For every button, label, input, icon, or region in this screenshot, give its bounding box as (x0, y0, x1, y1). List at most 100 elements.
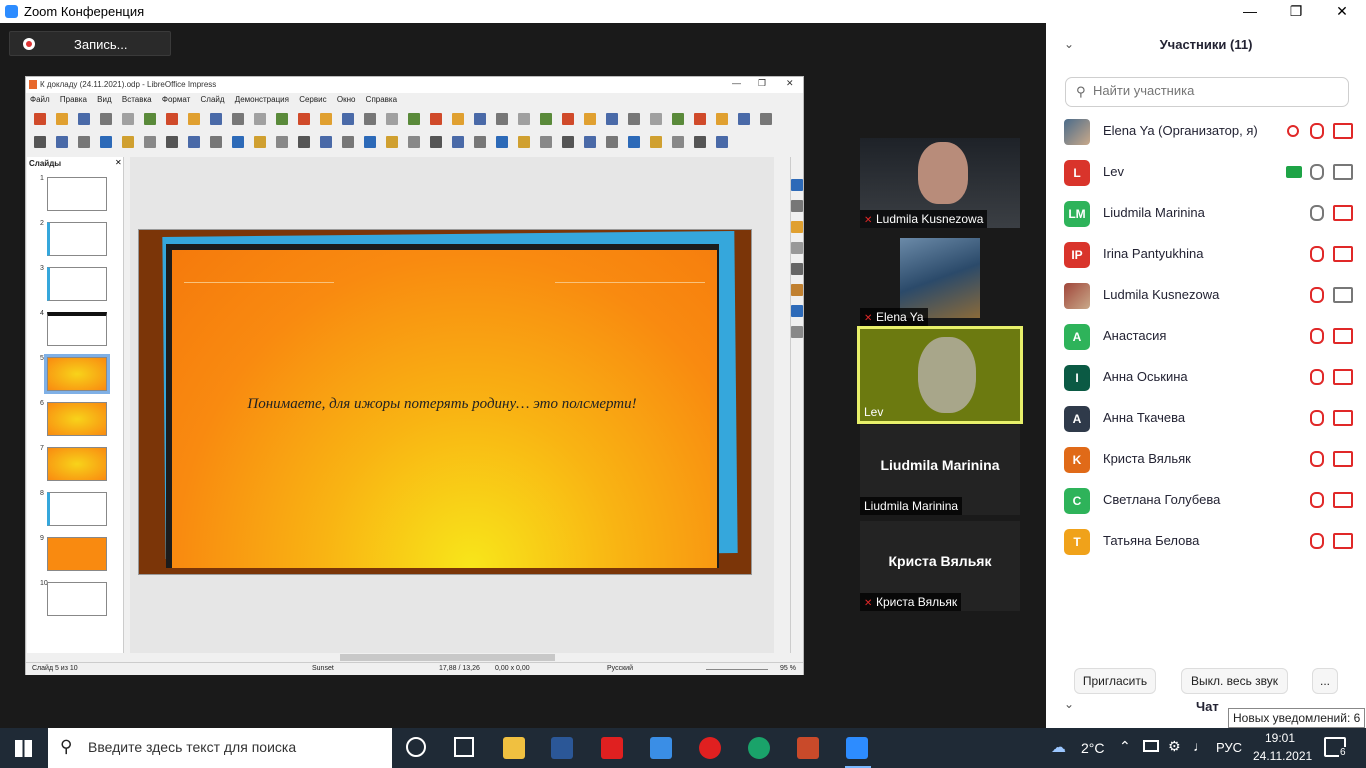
toolbar-tool-icon[interactable] (254, 113, 266, 125)
horizontal-scrollbar[interactable] (130, 653, 774, 662)
toolbar-tool-icon[interactable] (518, 113, 530, 125)
lo-maximize-button[interactable]: ❐ (758, 78, 766, 89)
toolbar-tool-icon[interactable] (320, 113, 332, 125)
word-icon[interactable] (551, 737, 573, 759)
task-view-icon[interactable] (454, 737, 474, 757)
camera-off-icon[interactable] (1333, 533, 1353, 549)
mute-all-button[interactable]: Выкл. весь звук (1181, 668, 1288, 694)
toolbar-tool-icon[interactable] (34, 113, 46, 125)
toolbar-tool-icon[interactable] (34, 136, 46, 148)
chat-header[interactable]: Чат (1196, 699, 1219, 714)
toolbar-tool-icon[interactable] (78, 136, 90, 148)
menu-edit[interactable]: Правка (60, 95, 87, 104)
windows-start-icon[interactable] (15, 740, 32, 757)
toolbar-tool-icon[interactable] (166, 136, 178, 148)
sidebar-deck-icon[interactable] (791, 179, 803, 191)
toolbar-tool-icon[interactable] (364, 136, 376, 148)
language-indicator[interactable]: РУС (1216, 740, 1242, 755)
slide-thumbnail[interactable] (47, 177, 107, 211)
toolbar-tool-icon[interactable] (298, 113, 310, 125)
camera-icon[interactable] (1333, 287, 1353, 303)
camera-off-icon[interactable] (1333, 492, 1353, 508)
cortana-icon[interactable] (406, 737, 426, 757)
menu-file[interactable]: Файл (30, 95, 50, 104)
toolbar-tool-icon[interactable] (144, 136, 156, 148)
toolbar-tool-icon[interactable] (276, 136, 288, 148)
camera-off-icon[interactable] (1333, 410, 1353, 426)
toolbar-tool-icon[interactable] (254, 136, 266, 148)
toolbar-tool-icon[interactable] (606, 113, 618, 125)
toolbar-tool-icon[interactable] (452, 136, 464, 148)
mic-muted-icon[interactable] (1310, 410, 1324, 426)
toolbar-tool-icon[interactable] (606, 136, 618, 148)
participant-row[interactable]: C Светлана Голубева (1046, 480, 1366, 521)
toolbar-tool-icon[interactable] (738, 113, 750, 125)
video-tile[interactable]: Криста Вяльяк ✕ Криста Вяльяк (860, 521, 1020, 611)
camera-off-icon[interactable] (1333, 451, 1353, 467)
sidebar-deck-icon[interactable] (791, 263, 803, 275)
toolbar-tool-icon[interactable] (672, 136, 684, 148)
toolbar-tool-icon[interactable] (628, 136, 640, 148)
participant-row[interactable]: Ludmila Kusnezowa (1046, 275, 1366, 316)
slide-thumbnail[interactable] (47, 492, 107, 526)
file-explorer-icon[interactable] (503, 737, 525, 759)
toolbar-tool-icon[interactable] (144, 113, 156, 125)
toolbar-tool-icon[interactable] (408, 113, 420, 125)
camera-icon[interactable] (1333, 164, 1353, 180)
slide-thumbnail[interactable] (47, 537, 107, 571)
toolbar-tool-icon[interactable] (364, 113, 376, 125)
sidebar-deck-icon[interactable] (791, 326, 803, 338)
taskbar-search[interactable]: ⚲ Введите здесь текст для поиска (48, 728, 392, 768)
toolbar-tool-icon[interactable] (650, 136, 662, 148)
store-icon[interactable] (650, 737, 672, 759)
camera-off-icon[interactable] (1333, 205, 1353, 221)
toolbar-tool-icon[interactable] (474, 113, 486, 125)
mic-muted-icon[interactable] (1310, 287, 1324, 303)
mic-muted-icon[interactable] (1310, 123, 1324, 139)
toolbar-tool-icon[interactable] (232, 136, 244, 148)
slide-thumbnail[interactable] (47, 312, 107, 346)
weather-temp[interactable]: 2°C (1081, 740, 1105, 756)
lo-close-button[interactable]: ✕ (786, 78, 794, 89)
record-button[interactable]: Запись... (9, 31, 171, 56)
video-tile[interactable]: ✕ Elena Ya (860, 236, 1020, 326)
toolbar-tool-icon[interactable] (78, 113, 90, 125)
toolbar-tool-icon[interactable] (430, 136, 442, 148)
slide-thumbnail[interactable] (44, 354, 110, 394)
slide-thumbnail[interactable] (47, 267, 107, 301)
toolbar-tool-icon[interactable] (694, 136, 706, 148)
participant-row[interactable]: A Анна Ткачева (1046, 398, 1366, 439)
toolbar-tool-icon[interactable] (496, 136, 508, 148)
zoom-slider[interactable] (706, 669, 768, 670)
toolbar-tool-icon[interactable] (562, 113, 574, 125)
scroll-thumb[interactable] (340, 654, 555, 661)
participant-search-field[interactable]: ⚲ (1065, 77, 1349, 107)
toolbar-tool-icon[interactable] (386, 136, 398, 148)
lo-minimize-button[interactable]: — (732, 78, 741, 88)
participant-row[interactable]: I Анна Оськина (1046, 357, 1366, 398)
tray-chevron-icon[interactable]: ⌃ (1119, 738, 1131, 755)
video-tile[interactable]: Liudmila Marinina Liudmila Marinina (860, 425, 1020, 515)
toolbar-tool-icon[interactable] (320, 136, 332, 148)
mic-muted-icon[interactable] (1310, 369, 1324, 385)
battery-icon[interactable] (1143, 740, 1159, 752)
menu-tools[interactable]: Сервис (299, 95, 326, 104)
slide-thumbnail[interactable] (47, 447, 107, 481)
menu-insert[interactable]: Вставка (122, 95, 152, 104)
menu-slideshow[interactable]: Демонстрация (235, 95, 289, 104)
toolbar-tool-icon[interactable] (540, 136, 552, 148)
participant-row[interactable]: L Lev (1046, 152, 1366, 193)
mic-muted-icon[interactable] (1310, 492, 1324, 508)
menu-view[interactable]: Вид (97, 95, 111, 104)
yandex-icon[interactable] (601, 737, 623, 759)
volume-icon[interactable]: ♩ (1193, 738, 1207, 754)
slide-thumbnail[interactable] (47, 582, 107, 616)
participant-row[interactable]: LM Liudmila Marinina (1046, 193, 1366, 234)
toolbar-tool-icon[interactable] (716, 136, 728, 148)
participant-search-input[interactable] (1093, 83, 1333, 98)
toolbar-tool-icon[interactable] (166, 113, 178, 125)
sidebar-deck-icon[interactable] (791, 284, 803, 296)
network-icon[interactable]: ⚙ (1168, 738, 1181, 755)
menu-format[interactable]: Формат (162, 95, 190, 104)
powerpoint-icon[interactable] (797, 737, 819, 759)
